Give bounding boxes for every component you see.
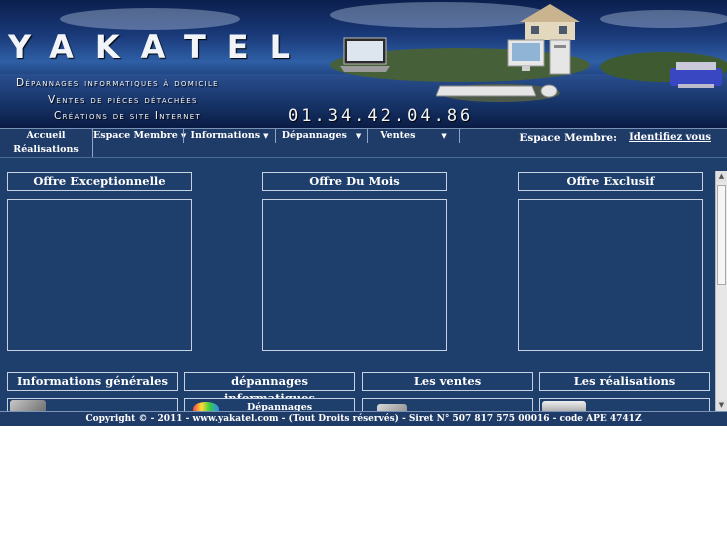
member-area-label: Espace Membre:: [519, 132, 617, 144]
menu-item-informations[interactable]: Informations ▼: [184, 129, 275, 143]
menu-item-ventes[interactable]: Ventes ▼: [368, 129, 459, 143]
offer-panel-exceptionnelle: [7, 199, 192, 351]
offer-title-exclusif: Offre Exclusif: [518, 172, 703, 191]
scroll-up-arrow-icon[interactable]: ▲: [716, 171, 727, 182]
offer-panel-du-mois: [262, 199, 447, 351]
section-panel-ventes: [362, 398, 533, 412]
section-panel-realisations: [539, 398, 710, 412]
content-scrollbar[interactable]: ▲ ▼: [715, 171, 727, 411]
menu-item-label: Ventes: [380, 130, 416, 141]
main-content: Offre Exceptionnelle Offre Du Mois Offre…: [0, 157, 727, 412]
printer-icon: [670, 62, 722, 88]
offer-panel-exclusif: [518, 199, 703, 351]
login-link[interactable]: Identifiez vous: [629, 132, 711, 143]
desktop-computer-icon: [507, 39, 571, 75]
menu-item-label: Informations: [190, 130, 261, 141]
section-title-realisations[interactable]: Les réalisations: [539, 372, 710, 391]
mouse-icon: [540, 84, 558, 98]
menu-item-realisations[interactable]: Réalisations: [0, 143, 92, 157]
scroll-down-arrow-icon[interactable]: ▼: [716, 400, 727, 411]
banner-cloud: [60, 8, 240, 30]
keyboard-icon: [436, 85, 536, 97]
laptop-icon: [340, 37, 390, 72]
tagline-parts: Ventes de pièces détachées: [48, 94, 198, 106]
section-title-informations[interactable]: Informations générales: [7, 372, 178, 391]
menu-item-espace-membre[interactable]: Espace Membre▼: [93, 129, 186, 143]
menu-item-label: Accueil: [26, 130, 66, 141]
menu-item-label: Espace Membre: [93, 130, 178, 141]
header-banner: YAKATEL Dépannages informatiques à domic…: [0, 0, 727, 128]
menu-item-accueil[interactable]: Accueil: [0, 129, 92, 143]
tagline-repair: Dépannages informatiques à domicile: [16, 77, 219, 89]
section-panel-informations: [7, 398, 178, 412]
section-panel-depannages: Dépannages système: [184, 398, 355, 412]
scrollbar-thumb[interactable]: [717, 185, 726, 285]
footer-copyright: Copyright © - 2011 - www.yakatel.com - (…: [0, 411, 727, 426]
menu-item-depannages[interactable]: Dépannages ▼: [276, 129, 367, 143]
menu-divider: [459, 129, 460, 143]
caret-down-icon: ▼: [263, 131, 269, 140]
banner-cloud: [600, 10, 727, 28]
main-menu-bar: Accueil Espace Membre▼ Informations▼ Dép…: [0, 128, 727, 158]
menu-item-label: Réalisations: [13, 144, 79, 155]
caret-down-icon: ▼: [441, 131, 447, 140]
brand-logo: YAKATEL: [8, 28, 312, 66]
section-title-ventes[interactable]: Les ventes: [362, 372, 533, 391]
tagline-websites: Créations de site Internet: [54, 110, 202, 122]
phone-number: 01.34.42.04.86: [288, 106, 474, 126]
menu-item-label: Dépannages: [281, 130, 347, 141]
caret-down-icon: ▼: [355, 131, 362, 140]
section-title-depannages[interactable]: dépannages informatiques: [184, 372, 355, 405]
offer-title-du-mois: Offre Du Mois: [262, 172, 447, 191]
house-illustration: [520, 4, 580, 40]
offer-title-exceptionnelle: Offre Exceptionnelle: [7, 172, 192, 191]
